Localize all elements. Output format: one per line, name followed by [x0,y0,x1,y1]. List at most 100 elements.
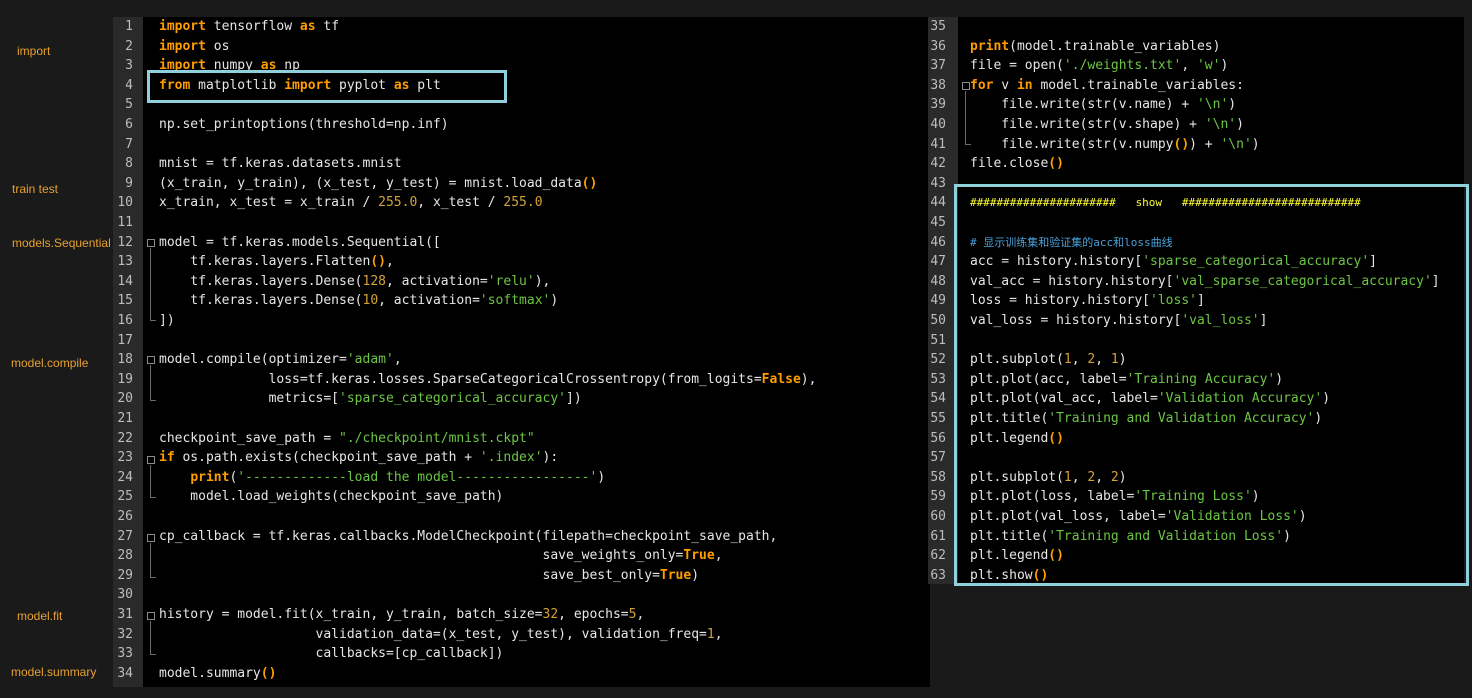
code-line: 21 [113,409,930,429]
code-line: 18 model.compile(optimizer='adam', [113,350,930,370]
line-number: 14 [117,273,133,289]
code-line: 60 plt.plot(val_loss, label='Validation L… [928,507,1464,527]
line-number: 62 [930,548,946,564]
fold-guide-end [150,497,156,498]
code-line: 22 checkpoint_save_path = "./checkpoint/m… [113,429,930,449]
code-text: # 显示训练集和验证集的acc和loss曲线 [970,235,1173,249]
line-number: 11 [117,215,133,230]
line-number: 22 [117,430,133,446]
code-line: 35 [928,17,1464,37]
code-line: 34 model.summary() [113,664,930,684]
code-text: loss=tf.keras.losses.SparseCategoricalCr… [159,371,817,387]
line-number: 34 [117,665,133,681]
line-number: 12 [117,234,133,250]
code-line: 24 print('-------------load the model---… [113,468,930,488]
line-number: 17 [117,332,133,348]
code-text: metrics=['sparse_categorical_accuracy']) [159,391,582,407]
code-line: 42 file.close() [928,154,1464,174]
line-number: 7 [125,136,133,152]
code-line: 38 for v in model.trainable_variables: [928,76,1464,96]
code-line: 8 mnist = tf.keras.datasets.mnist [113,154,930,174]
code-line: 54 plt.plot(val_acc, label='Validation Ac… [928,389,1464,409]
code-text: (x_train, y_train), (x_test, y_test) = m… [159,175,598,191]
code-text: if os.path.exists(checkpoint_save_path +… [159,450,559,466]
code-text: callbacks=[cp_callback]) [159,646,504,662]
line-number: 18 [117,352,133,368]
code-text: file.write(str(v.numpy()) + '\n') [970,136,1260,152]
code-text: import numpy as np [159,58,300,74]
fold-toggle-icon[interactable] [147,239,155,247]
line-number: 49 [930,293,946,309]
line-number: 46 [930,234,946,250]
line-number: 28 [117,548,133,564]
code-line: 49 loss = history.history['loss'] [928,291,1464,311]
code-line: 61 plt.title('Training and Validation Los… [928,527,1464,547]
line-number: 26 [117,509,133,524]
fold-guide-end [150,577,156,578]
code-line: 25 model.load_weights(checkpoint_save_pa… [113,487,930,507]
code-text: print('-------------load the model------… [190,469,606,485]
code-line: 6 np.set_printoptions(threshold=np.inf) [113,115,930,135]
code-text: plt.title('Training and Validation Loss'… [970,528,1291,544]
code-text: validation_data=(x_test, y_test), valida… [159,626,723,642]
code-line: 4 from matplotlib import pyplot as plt [113,76,930,96]
line-number: 41 [930,136,946,152]
code-text: import tensorflow as tf [159,19,340,34]
code-line: 51 [928,331,1464,351]
code-line: 23 if os.path.exists(checkpoint_save_path… [113,448,930,468]
line-number: 39 [930,97,946,113]
code-text: plt.plot(val_acc, label='Validation Accu… [970,391,1331,407]
line-number: 8 [125,156,133,172]
code-text: ###################### show ############… [970,196,1361,210]
code-line: 56 plt.legend() [928,429,1464,449]
code-text: tf.keras.layers.Flatten(), [159,254,394,270]
code-text: loss = history.history['loss'] [970,293,1205,309]
fold-toggle-icon[interactable] [147,534,155,542]
fold-toggle-icon[interactable] [147,612,155,620]
code-line: 59 plt.plot(loss, label='Training Loss') [928,487,1464,507]
code-line: 62 plt.legend() [928,546,1464,566]
fold-toggle-icon[interactable] [962,82,970,90]
fold-toggle-icon[interactable] [147,356,155,364]
code-text: model.compile(optimizer='adam', [159,352,402,368]
code-line: 32 validation_data=(x_test, y_test), val… [113,625,930,645]
code-text: history = model.fit(x_train, y_train, ba… [159,607,645,622]
code-text: tf.keras.layers.Dense(10, activation='so… [159,293,559,309]
fold-guide-line [150,248,151,320]
line-number: 43 [930,175,946,191]
code-line: 58 plt.subplot(1, 2, 2) [928,468,1464,488]
line-number: 5 [125,97,133,113]
code-line: 39 file.write(str(v.name) + '\n') [928,95,1464,115]
line-number: 21 [117,411,133,426]
line-number: 61 [930,528,946,544]
code-line: 41 file.write(str(v.numpy()) + '\n') [928,135,1464,155]
line-number: 56 [930,430,946,446]
code-line: 19 loss=tf.keras.losses.SparseCategorica… [113,370,930,390]
line-number: 9 [125,175,133,191]
code-editor-left[interactable]: 1 import tensorflow as tf 2 import os 3 impor… [113,17,930,687]
label-model-fit: model.fit [17,609,63,623]
code-line: 53 plt.plot(acc, label='Training Accuracy… [928,370,1464,390]
code-line: 20 metrics=['sparse_categorical_accuracy… [113,389,930,409]
code-line: 45 [928,213,1464,233]
line-number: 10 [117,195,133,211]
code-line: 7 [113,135,930,155]
line-number: 13 [117,254,133,270]
code-text: x_train, x_test = x_train / 255.0, x_tes… [159,195,543,211]
code-editor-right[interactable]: 35 36 print(model.trainable_variables) 37 fi… [928,17,1464,584]
line-number: 53 [930,371,946,387]
fold-toggle-icon[interactable] [147,456,155,464]
line-number: 58 [930,469,946,485]
line-number: 19 [117,371,133,387]
code-text: file.close() [970,156,1064,172]
code-text: val_loss = history.history['val_loss'] [970,313,1268,328]
line-number: 32 [117,626,133,642]
code-line: 26 [113,507,930,527]
code-line: 33 callbacks=[cp_callback]) [113,644,930,664]
label-train-test: train test [12,182,59,196]
line-number: 29 [117,567,133,583]
code-line: 36 print(model.trainable_variables) [928,37,1464,57]
line-number: 38 [930,77,946,93]
fold-guide-line [150,543,151,577]
code-line: 31 history = model.fit(x_train, y_train, … [113,605,930,625]
